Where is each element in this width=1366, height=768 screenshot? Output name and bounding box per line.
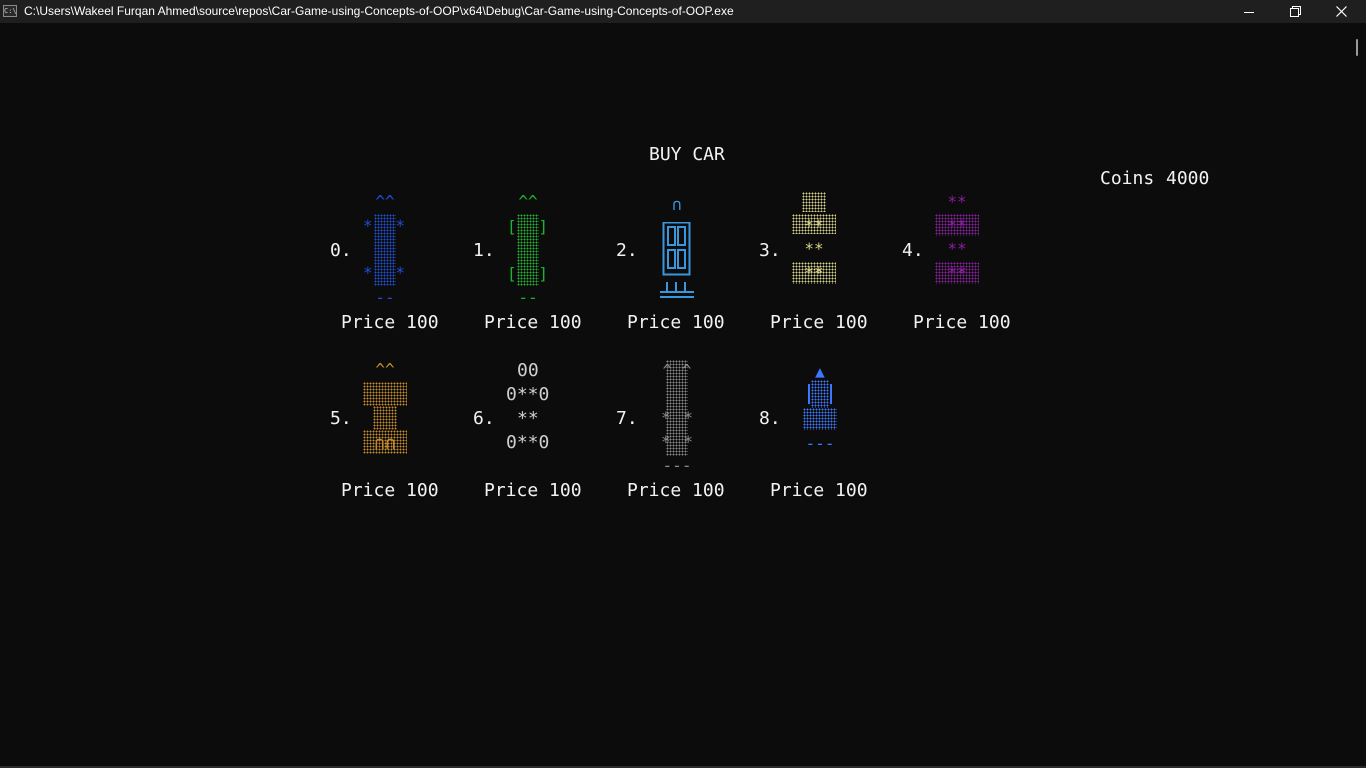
car-2-top: ∩ (672, 195, 682, 214)
car-1-art: ^^ [ ] [ ] -- (504, 192, 552, 307)
car-8-lower-body (803, 408, 837, 430)
car-4-mark-d: ** (947, 263, 967, 282)
car-6-line-3: ** (517, 408, 539, 429)
car-3-art: ** ** ** (790, 190, 838, 300)
car-1-bottom: -- (518, 288, 538, 307)
car-0-price: Price 100 (341, 312, 439, 333)
restore-icon (1289, 6, 1301, 17)
car-6-price: Price 100 (484, 480, 582, 501)
car-2-body (660, 222, 694, 298)
car-2-art: ∩ (653, 194, 701, 304)
car-8-right-rail (830, 384, 832, 404)
car-1-price: Price 100 (484, 312, 582, 333)
car-8-top: ▲ (815, 362, 825, 381)
car-5-price: Price 100 (341, 480, 439, 501)
minimize-button[interactable] (1226, 0, 1272, 23)
car-6-art: 00 0**0 ** 0**0 (504, 360, 552, 472)
car-7-bottom: --- (662, 456, 692, 475)
console-app-icon: C:\ (3, 5, 17, 17)
car-4-mark-a: ** (947, 192, 967, 211)
car-7-price: Price 100 (627, 480, 725, 501)
car-3-mark-c: ** (804, 263, 824, 282)
car-8-bottom: --- (805, 434, 835, 453)
car-0-index: 0. (330, 240, 352, 261)
car-4-art: ** ** ** ** (933, 190, 981, 300)
car-1-bracket-right-a: ] (538, 217, 548, 236)
car-8-art: ▲ --- (796, 362, 844, 472)
car-4-mark-c: ** (947, 239, 967, 258)
car-3-roof (802, 192, 826, 212)
car-5-top: ^^ (375, 360, 395, 379)
close-icon (1335, 6, 1347, 17)
car-5-index: 5. (330, 408, 352, 429)
car-5-front (363, 382, 407, 406)
car-6-line-4: 0**0 (506, 432, 550, 453)
car-5-art: ^^ ∩∩ (361, 362, 409, 472)
car-8-price: Price 100 (770, 480, 868, 501)
car-4-price: Price 100 (913, 312, 1011, 333)
vertical-scrollbar[interactable] (1349, 23, 1366, 766)
title-bar[interactable]: C:\ C:\Users\Wakeel Furqan Ahmed\source\… (0, 0, 1366, 23)
car-2-price: Price 100 (627, 312, 725, 333)
car-8-upper-body (811, 380, 829, 408)
car-5-bottom: ∩∩ (374, 433, 396, 454)
car-6-line-2: 0**0 (506, 384, 550, 405)
car-7-side-right-b: * (683, 432, 693, 451)
car-4-index: 4. (902, 240, 924, 261)
window-title: C:\Users\Wakeel Furqan Ahmed\source\repo… (24, 4, 734, 18)
car-8-left-rail (808, 384, 810, 404)
car-0-side-right-a: * (395, 216, 405, 235)
car-0-side-right-b: * (395, 263, 405, 282)
car-8-index: 8. (759, 408, 781, 429)
car-7-top: ^ ^ (662, 361, 692, 380)
car-3-index: 3. (759, 240, 781, 261)
car-3-mark-b: ** (804, 239, 824, 258)
car-1-top: ^^ (518, 192, 538, 211)
car-5-middle (373, 406, 397, 430)
car-2-index: 2. (616, 240, 638, 261)
car-7-index: 7. (616, 408, 638, 429)
restore-button[interactable] (1272, 0, 1318, 23)
car-3-mark-a: ** (804, 216, 824, 235)
car-3-price: Price 100 (770, 312, 868, 333)
buy-car-heading: BUY CAR (649, 144, 725, 165)
car-7-art: ^ ^ * * * * --- (653, 358, 701, 474)
car-6-line-1: 00 (517, 360, 539, 381)
car-0-bottom: -- (375, 288, 395, 307)
car-1-bracket-right-b: ] (538, 264, 548, 283)
car-7-side-right-a: * (683, 408, 693, 427)
car-4-mark-b: ** (947, 216, 967, 235)
coins-label: Coins (1100, 168, 1155, 189)
car-1-index: 1. (473, 240, 495, 261)
coins-value: 4000 (1166, 168, 1210, 189)
car-0-top: ^^ (375, 192, 395, 211)
car-0-art: ^^ * * * * -- (361, 192, 409, 307)
scrollbar-thumb[interactable] (1356, 39, 1358, 56)
car-6-index: 6. (473, 408, 495, 429)
minimize-icon (1244, 11, 1254, 13)
close-button[interactable] (1318, 0, 1364, 23)
